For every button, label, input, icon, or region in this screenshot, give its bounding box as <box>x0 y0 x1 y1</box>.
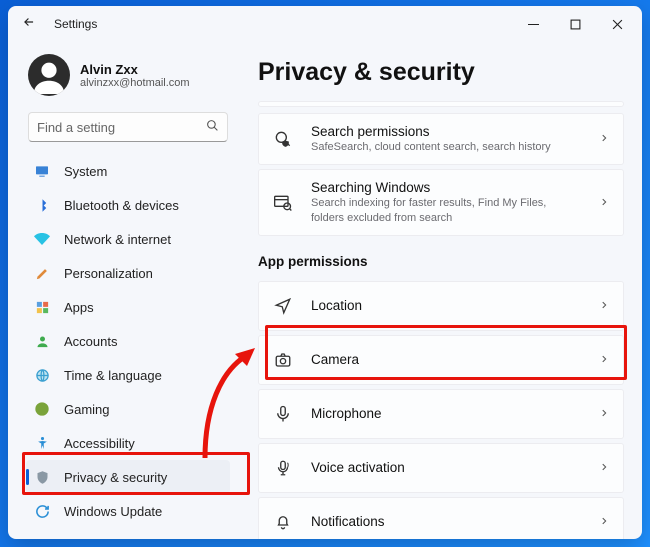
search-placeholder: Find a setting <box>37 120 206 135</box>
nav-label: Gaming <box>64 402 110 417</box>
profile-email: alvinzxx@hotmail.com <box>80 77 190 89</box>
chevron-right-icon <box>599 515 609 529</box>
nav-network[interactable]: Network & internet <box>26 222 230 256</box>
nav-label: Windows Update <box>64 504 162 519</box>
nav-label: Accessibility <box>64 436 135 451</box>
camera-icon <box>273 350 293 370</box>
chevron-right-icon <box>599 299 609 313</box>
nav-windows-update[interactable]: Windows Update <box>26 494 230 528</box>
settings-window: Settings Alvin Zxx alvinzxx@hotmail.com <box>8 6 642 539</box>
nav-time-language[interactable]: Time & language <box>26 358 230 392</box>
page-title: Privacy & security <box>258 58 624 87</box>
card-title: Searching Windows <box>311 180 581 195</box>
perm-label: Location <box>311 298 581 313</box>
chevron-right-icon <box>599 353 609 367</box>
profile-name: Alvin Zxx <box>80 62 190 77</box>
search-input[interactable]: Find a setting <box>28 112 228 142</box>
brush-icon <box>34 265 50 281</box>
sidebar: Alvin Zxx alvinzxx@hotmail.com Find a se… <box>8 42 234 539</box>
accessibility-icon <box>34 435 50 451</box>
close-button[interactable] <box>596 9 638 39</box>
perm-label: Notifications <box>311 514 581 529</box>
partial-card[interactable] <box>258 101 624 107</box>
gaming-icon <box>34 401 50 417</box>
perm-label: Microphone <box>311 406 581 421</box>
searching-windows-card[interactable]: Searching Windows Search indexing for fa… <box>258 169 624 236</box>
shield-icon <box>34 469 50 485</box>
card-desc: Search indexing for faster results, Find… <box>311 196 581 225</box>
bluetooth-icon <box>34 197 50 213</box>
content: Privacy & security Search permissions Sa… <box>234 42 642 539</box>
perm-label: Camera <box>311 352 581 367</box>
search-window-icon <box>273 193 293 213</box>
search-permissions-card[interactable]: Search permissions SafeSearch, cloud con… <box>258 113 624 165</box>
nav-system[interactable]: System <box>26 154 230 188</box>
voice-icon <box>273 458 293 478</box>
microphone-icon <box>273 404 293 424</box>
nav-privacy-security[interactable]: Privacy & security <box>26 460 230 494</box>
section-header: App permissions <box>258 254 624 269</box>
minimize-button[interactable] <box>512 9 554 39</box>
nav-label: Personalization <box>64 266 153 281</box>
wifi-icon <box>34 231 50 247</box>
search-shield-icon <box>273 129 293 149</box>
back-button[interactable] <box>12 11 46 37</box>
nav-accounts[interactable]: Accounts <box>26 324 230 358</box>
title-bar: Settings <box>8 6 642 42</box>
nav-apps[interactable]: Apps <box>26 290 230 324</box>
avatar <box>28 54 70 96</box>
window-title: Settings <box>46 17 97 31</box>
nav-accessibility[interactable]: Accessibility <box>26 426 230 460</box>
nav-label: Time & language <box>64 368 162 383</box>
apps-icon <box>34 299 50 315</box>
nav-list: System Bluetooth & devices Network & int… <box>26 154 230 539</box>
nav-label: Privacy & security <box>64 470 167 485</box>
globe-icon <box>34 367 50 383</box>
nav-label: System <box>64 164 107 179</box>
perm-camera[interactable]: Camera <box>258 335 624 385</box>
nav-label: Accounts <box>64 334 117 349</box>
chevron-right-icon <box>599 407 609 421</box>
location-icon <box>273 296 293 316</box>
nav-personalization[interactable]: Personalization <box>26 256 230 290</box>
profile[interactable]: Alvin Zxx alvinzxx@hotmail.com <box>26 48 230 110</box>
card-title: Search permissions <box>311 124 581 139</box>
nav-bluetooth[interactable]: Bluetooth & devices <box>26 188 230 222</box>
perm-microphone[interactable]: Microphone <box>258 389 624 439</box>
card-desc: SafeSearch, cloud content search, search… <box>311 140 581 154</box>
chevron-right-icon <box>599 196 609 210</box>
perm-notifications[interactable]: Notifications <box>258 497 624 539</box>
nav-label: Apps <box>64 300 94 315</box>
perm-voice-activation[interactable]: Voice activation <box>258 443 624 493</box>
nav-gaming[interactable]: Gaming <box>26 392 230 426</box>
chevron-right-icon <box>599 132 609 146</box>
maximize-button[interactable] <box>554 9 596 39</box>
chevron-right-icon <box>599 461 609 475</box>
system-icon <box>34 163 50 179</box>
update-icon <box>34 503 50 519</box>
perm-location[interactable]: Location <box>258 281 624 331</box>
nav-label: Network & internet <box>64 232 171 247</box>
search-icon <box>206 119 219 135</box>
perm-label: Voice activation <box>311 460 581 475</box>
nav-label: Bluetooth & devices <box>64 198 179 213</box>
bell-icon <box>273 512 293 532</box>
person-icon <box>34 333 50 349</box>
